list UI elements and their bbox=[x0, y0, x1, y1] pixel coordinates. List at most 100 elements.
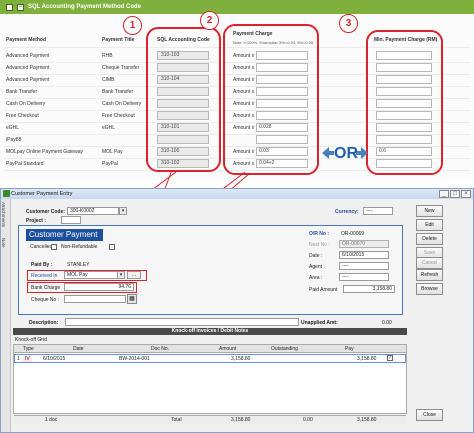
or-label: OR bbox=[334, 145, 358, 162]
area-label: Area : bbox=[309, 275, 323, 281]
project-input[interactable] bbox=[61, 216, 81, 224]
maximize-icon[interactable]: □ bbox=[450, 190, 460, 198]
calculator-icon[interactable]: ▦ bbox=[127, 294, 137, 304]
row-title: Cheque Transfer bbox=[102, 65, 140, 71]
row-title: Free Checkout bbox=[102, 113, 135, 119]
callout-3: 3 bbox=[339, 14, 358, 33]
new-button[interactable]: New bbox=[416, 205, 443, 217]
checkbox-icon[interactable] bbox=[6, 3, 13, 11]
grid-row-num: 1 bbox=[17, 356, 20, 362]
customer-payment-window: Customer Payment Entry _ □ × Attachments… bbox=[0, 188, 474, 433]
grid-header-pay: Pay bbox=[345, 346, 354, 352]
top-panel-title-bar: − SQL Accounting Payment Method Code bbox=[0, 0, 474, 14]
or-no-value: OR-00069 bbox=[341, 231, 365, 237]
grid-row-pay: 3,158.80 bbox=[357, 356, 377, 362]
row-method: MOLpay Online Payment Gateway bbox=[6, 149, 83, 155]
grid-footer bbox=[14, 415, 406, 424]
cancelled-label: Cancelled bbox=[30, 244, 53, 250]
non-refundable-label: Non-Refundable bbox=[61, 244, 98, 250]
row-method: Advanced Payment bbox=[6, 65, 50, 71]
customer-payment-header: Customer Payment bbox=[26, 229, 103, 241]
received-in-label: Received In bbox=[31, 273, 58, 279]
non-refundable-checkbox[interactable] bbox=[109, 244, 115, 250]
footer-total-label: Total bbox=[171, 417, 182, 423]
header-payment-title: Payment Title bbox=[102, 37, 135, 43]
grid-row-amount: 3,158.80 bbox=[231, 356, 251, 362]
payment-charge-highlight bbox=[223, 24, 319, 175]
row-method: Free Checkout bbox=[6, 113, 39, 119]
grid-header-type: Type bbox=[23, 346, 34, 352]
tab-note[interactable]: Note bbox=[1, 235, 6, 248]
window-title: Customer Payment Entry bbox=[11, 191, 73, 197]
currency-input[interactable]: ---- bbox=[363, 207, 393, 215]
grid-row-type: IV bbox=[23, 356, 32, 362]
customer-code-label: Customer Code: bbox=[26, 209, 65, 215]
paid-by-label: Paid By : bbox=[31, 262, 53, 268]
footer-count: 1 doc bbox=[45, 417, 58, 423]
customer-code-dropdown-icon[interactable]: ▾ bbox=[119, 207, 127, 215]
edit-button[interactable]: Edit bbox=[416, 219, 443, 231]
project-label: Project : bbox=[26, 218, 47, 224]
row-title: RHB bbox=[102, 53, 113, 59]
grid-header-outstanding: Outstanding bbox=[271, 346, 298, 352]
top-panel-title: SQL Accounting Payment Method Code bbox=[28, 4, 142, 10]
customer-code-input[interactable]: 300-K0002 bbox=[67, 207, 119, 215]
area-input[interactable]: ---- bbox=[339, 273, 389, 281]
row-title: eGHL bbox=[102, 125, 116, 131]
next-no-input[interactable]: OR-00070 bbox=[339, 240, 389, 248]
row-method: Bank Transfer bbox=[6, 89, 38, 95]
row-method: Cash On Delivery bbox=[6, 101, 46, 107]
agent-label: Agent : bbox=[309, 264, 325, 270]
cancelled-checkbox[interactable] bbox=[51, 244, 57, 250]
paid-amount-label: Paid Amount bbox=[309, 287, 338, 293]
received-in-browse-button[interactable]: ... bbox=[127, 271, 141, 279]
row-method: Advanced Payment bbox=[6, 77, 50, 83]
footer-outstanding: 0.00 bbox=[303, 417, 313, 423]
received-in-select[interactable]: MOL Pay bbox=[64, 271, 118, 279]
row-title: Bank Transfer bbox=[102, 89, 134, 95]
knockoff-grid-label: Knock-off Grid bbox=[15, 337, 47, 343]
or-no-label: O/R No : bbox=[309, 231, 329, 237]
close-window-icon[interactable]: × bbox=[461, 190, 471, 198]
collapse-icon[interactable]: − bbox=[17, 3, 24, 11]
cancel-button[interactable]: Cancel bbox=[416, 257, 443, 269]
callout-1: 1 bbox=[123, 16, 142, 35]
next-no-label: Next No : bbox=[309, 242, 330, 248]
cheque-no-input[interactable] bbox=[64, 295, 126, 303]
callout-2: 2 bbox=[200, 11, 219, 30]
app-icon bbox=[3, 190, 10, 197]
bank-charge-label: Bank Charge bbox=[31, 285, 61, 291]
currency-label: Currency: bbox=[335, 209, 359, 215]
refresh-button[interactable]: Refresh bbox=[416, 269, 443, 281]
description-input[interactable] bbox=[65, 318, 299, 326]
agent-input[interactable]: ---- bbox=[339, 262, 389, 270]
minimize-icon[interactable]: _ bbox=[439, 190, 449, 198]
footer-amount: 3,158.80 bbox=[231, 417, 251, 423]
row-title: CIMB bbox=[102, 77, 115, 83]
sql-code-highlight bbox=[146, 27, 221, 172]
received-in-dropdown-icon[interactable]: ▾ bbox=[117, 271, 125, 279]
min-charge-highlight bbox=[366, 30, 443, 175]
date-label: Date : bbox=[309, 253, 323, 259]
row-method: eGHL bbox=[6, 125, 20, 131]
cheque-no-label: Cheque No : bbox=[31, 297, 60, 303]
date-input[interactable]: 6/10/2015 bbox=[339, 251, 389, 259]
paid-amount-input[interactable]: 3,158.80 bbox=[343, 285, 395, 293]
bank-charge-input[interactable]: 94.76 bbox=[64, 283, 134, 291]
row-method: PayPal Standard bbox=[6, 161, 44, 167]
tab-attachments[interactable]: Attachments bbox=[1, 199, 6, 227]
row-title: MOL Pay bbox=[102, 149, 123, 155]
delete-button[interactable]: Delete bbox=[416, 233, 443, 245]
grid-header-date: Date bbox=[73, 346, 84, 352]
knockoff-header: Knock-off Invoices / Debit Notes bbox=[13, 328, 407, 335]
grid-row-docno: BW-2014-001 bbox=[119, 356, 150, 362]
grid-row-checkbox[interactable]: ✓ bbox=[387, 355, 393, 361]
grid-header-amount: Amount bbox=[219, 346, 237, 352]
browse-button[interactable]: Browse bbox=[416, 283, 443, 295]
close-button[interactable]: Close bbox=[416, 409, 443, 421]
description-label: Description: bbox=[29, 320, 59, 326]
row-method: iPay88 bbox=[6, 137, 22, 143]
table-row[interactable] bbox=[14, 354, 406, 363]
row-method: Advanced Payment bbox=[6, 53, 50, 59]
grid-header-docno: Doc No. bbox=[151, 346, 170, 352]
